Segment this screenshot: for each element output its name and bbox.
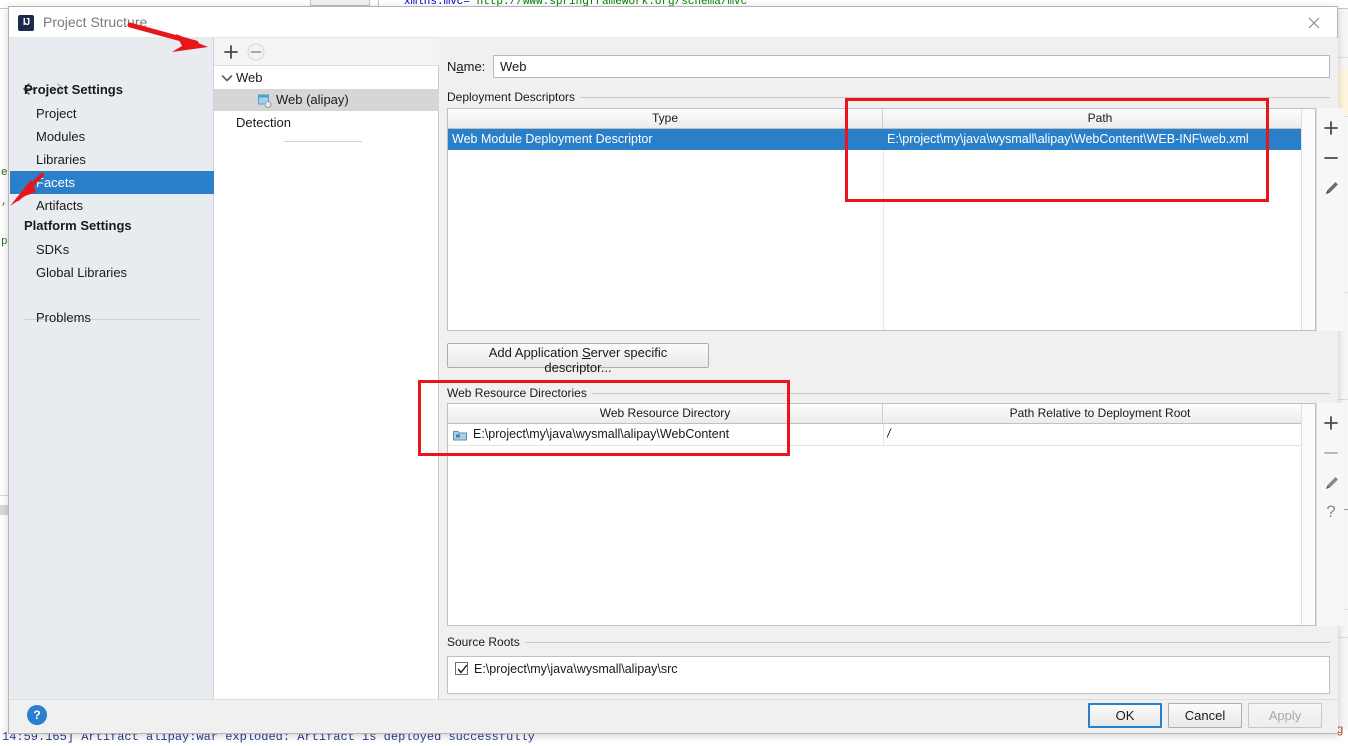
- sidebar-section-platform-settings: Platform Settings: [24, 218, 132, 233]
- cell-type: Web Module Deployment Descriptor: [452, 132, 653, 146]
- web-resource-directories-side-toolbar: ?: [1316, 403, 1344, 626]
- web-resource-directories-table[interactable]: Web Resource Directory Path Relative to …: [447, 403, 1316, 626]
- dialog-title: Project Structure: [43, 14, 148, 30]
- add-web-resource-icon-button[interactable]: [1317, 410, 1345, 436]
- cell-web-resource-directory: E:\project\my\java\wysmall\alipay\WebCon…: [473, 427, 730, 441]
- web-facet-icon: [258, 93, 272, 108]
- sidebar-item-modules[interactable]: Modules: [10, 125, 214, 148]
- apply-button[interactable]: Apply: [1248, 703, 1322, 728]
- add-facet-button[interactable]: [220, 41, 242, 63]
- add-descriptor-icon-button[interactable]: [1317, 115, 1345, 141]
- facets-tree-toolbar: [214, 38, 439, 66]
- web-resource-directories-group-title: Web Resource Directories: [447, 386, 592, 400]
- remove-descriptor-icon-button[interactable]: [1317, 145, 1345, 171]
- row-divider: [448, 445, 1315, 446]
- add-application-server-descriptor-button[interactable]: Add Application Server specific descript…: [447, 343, 709, 375]
- group-rule: [517, 642, 1330, 643]
- cell-path: E:\project\my\java\wysmall\alipay\WebCon…: [887, 132, 1249, 146]
- ok-button[interactable]: OK: [1088, 703, 1162, 728]
- list-item[interactable]: E:\project\my\java\wysmall\alipay\src: [448, 658, 1329, 680]
- source-roots-group-title: Source Roots: [447, 635, 525, 649]
- column-divider: [883, 424, 884, 445]
- sidebar-item-global-libraries[interactable]: Global Libraries: [10, 261, 214, 284]
- table-header-row: Web Resource Directory Path Relative to …: [448, 404, 1315, 424]
- sidebar-item-problems[interactable]: Problems: [10, 306, 214, 329]
- deployment-descriptors-table[interactable]: Type Path Web Module Deployment Descript…: [447, 108, 1316, 331]
- sidebar-item-project[interactable]: Project: [10, 102, 214, 125]
- sidebar-item-artifacts[interactable]: Artifacts: [10, 194, 214, 217]
- column-header-path[interactable]: Path: [883, 109, 1315, 128]
- facets-tree-panel: Web Web (alipay) Detection: [214, 38, 439, 701]
- tree-separator: [284, 141, 362, 142]
- name-input[interactable]: [493, 55, 1330, 78]
- facet-detail-pane: Name: Deployment Descriptors Type Path W…: [439, 38, 1344, 701]
- column-divider: [883, 150, 884, 330]
- table-row[interactable]: E:\project\my\java\wysmall\alipay\WebCon…: [448, 424, 1315, 445]
- deployment-descriptors-side-toolbar: [1316, 108, 1344, 331]
- dialog-title-bar: IJ Project Structure: [9, 7, 1337, 38]
- sidebar-item-facets[interactable]: Facets: [10, 171, 214, 194]
- name-field-label: Name:: [447, 59, 486, 74]
- cell-relative-path: /: [887, 427, 891, 441]
- dialog-bottom-bar: ? OK Cancel Apply: [10, 699, 1338, 732]
- source-root-path: E:\project\my\java\wysmall\alipay\src: [474, 662, 678, 676]
- cancel-button[interactable]: Cancel: [1168, 703, 1242, 728]
- source-root-checkbox[interactable]: [455, 662, 468, 675]
- column-header-web-resource-directory[interactable]: Web Resource Directory: [448, 404, 883, 423]
- chevron-down-icon[interactable]: [218, 67, 236, 89]
- deployment-descriptors-group-title: Deployment Descriptors: [447, 90, 581, 104]
- help-icon[interactable]: ?: [27, 705, 47, 725]
- tree-node-detection[interactable]: Detection: [214, 112, 439, 134]
- tree-node-label: Web: [236, 70, 263, 85]
- table-row[interactable]: Web Module Deployment Descriptor E:\proj…: [448, 129, 1315, 150]
- editor-text-fragment: p: [1, 236, 8, 248]
- table-header-row: Type Path: [448, 109, 1315, 129]
- sidebar-section-project-settings: Project Settings: [24, 82, 123, 97]
- group-rule: [587, 393, 1330, 394]
- tree-node-label: Web (alipay): [276, 92, 349, 107]
- tree-node-web-group[interactable]: Web: [214, 67, 439, 89]
- edit-pencil-icon-button[interactable]: [1317, 175, 1345, 201]
- table-vertical-scrollbar[interactable]: [1301, 404, 1315, 625]
- tree-node-web-alipay[interactable]: Web (alipay): [214, 89, 439, 111]
- table-vertical-scrollbar[interactable]: [1301, 109, 1315, 330]
- intellij-logo-icon: IJ: [18, 15, 34, 31]
- group-rule: [572, 97, 1330, 98]
- folder-icon: [453, 428, 467, 441]
- editor-text-fragment: ,: [1, 196, 8, 208]
- remove-web-resource-icon-button[interactable]: [1317, 440, 1345, 466]
- remove-facet-button[interactable]: [245, 41, 267, 63]
- editor-text-fragment: e: [1, 167, 8, 179]
- column-header-type[interactable]: Type: [448, 109, 883, 128]
- close-icon[interactable]: [1291, 7, 1337, 38]
- project-structure-dialog: IJ Project Structure Project Settings Pr…: [8, 6, 1344, 734]
- column-header-path-relative[interactable]: Path Relative to Deployment Root: [883, 404, 1315, 423]
- sidebar-item-sdks[interactable]: SDKs: [10, 238, 214, 261]
- settings-sidebar: Project Settings Project Modules Librari…: [10, 38, 214, 701]
- help-icon-button[interactable]: ?: [1317, 499, 1345, 525]
- source-roots-list[interactable]: E:\project\my\java\wysmall\alipay\src: [447, 656, 1330, 694]
- tree-node-label: Detection: [236, 115, 291, 130]
- edit-web-resource-pencil-icon-button[interactable]: [1317, 470, 1345, 496]
- sidebar-item-libraries[interactable]: Libraries: [10, 148, 214, 171]
